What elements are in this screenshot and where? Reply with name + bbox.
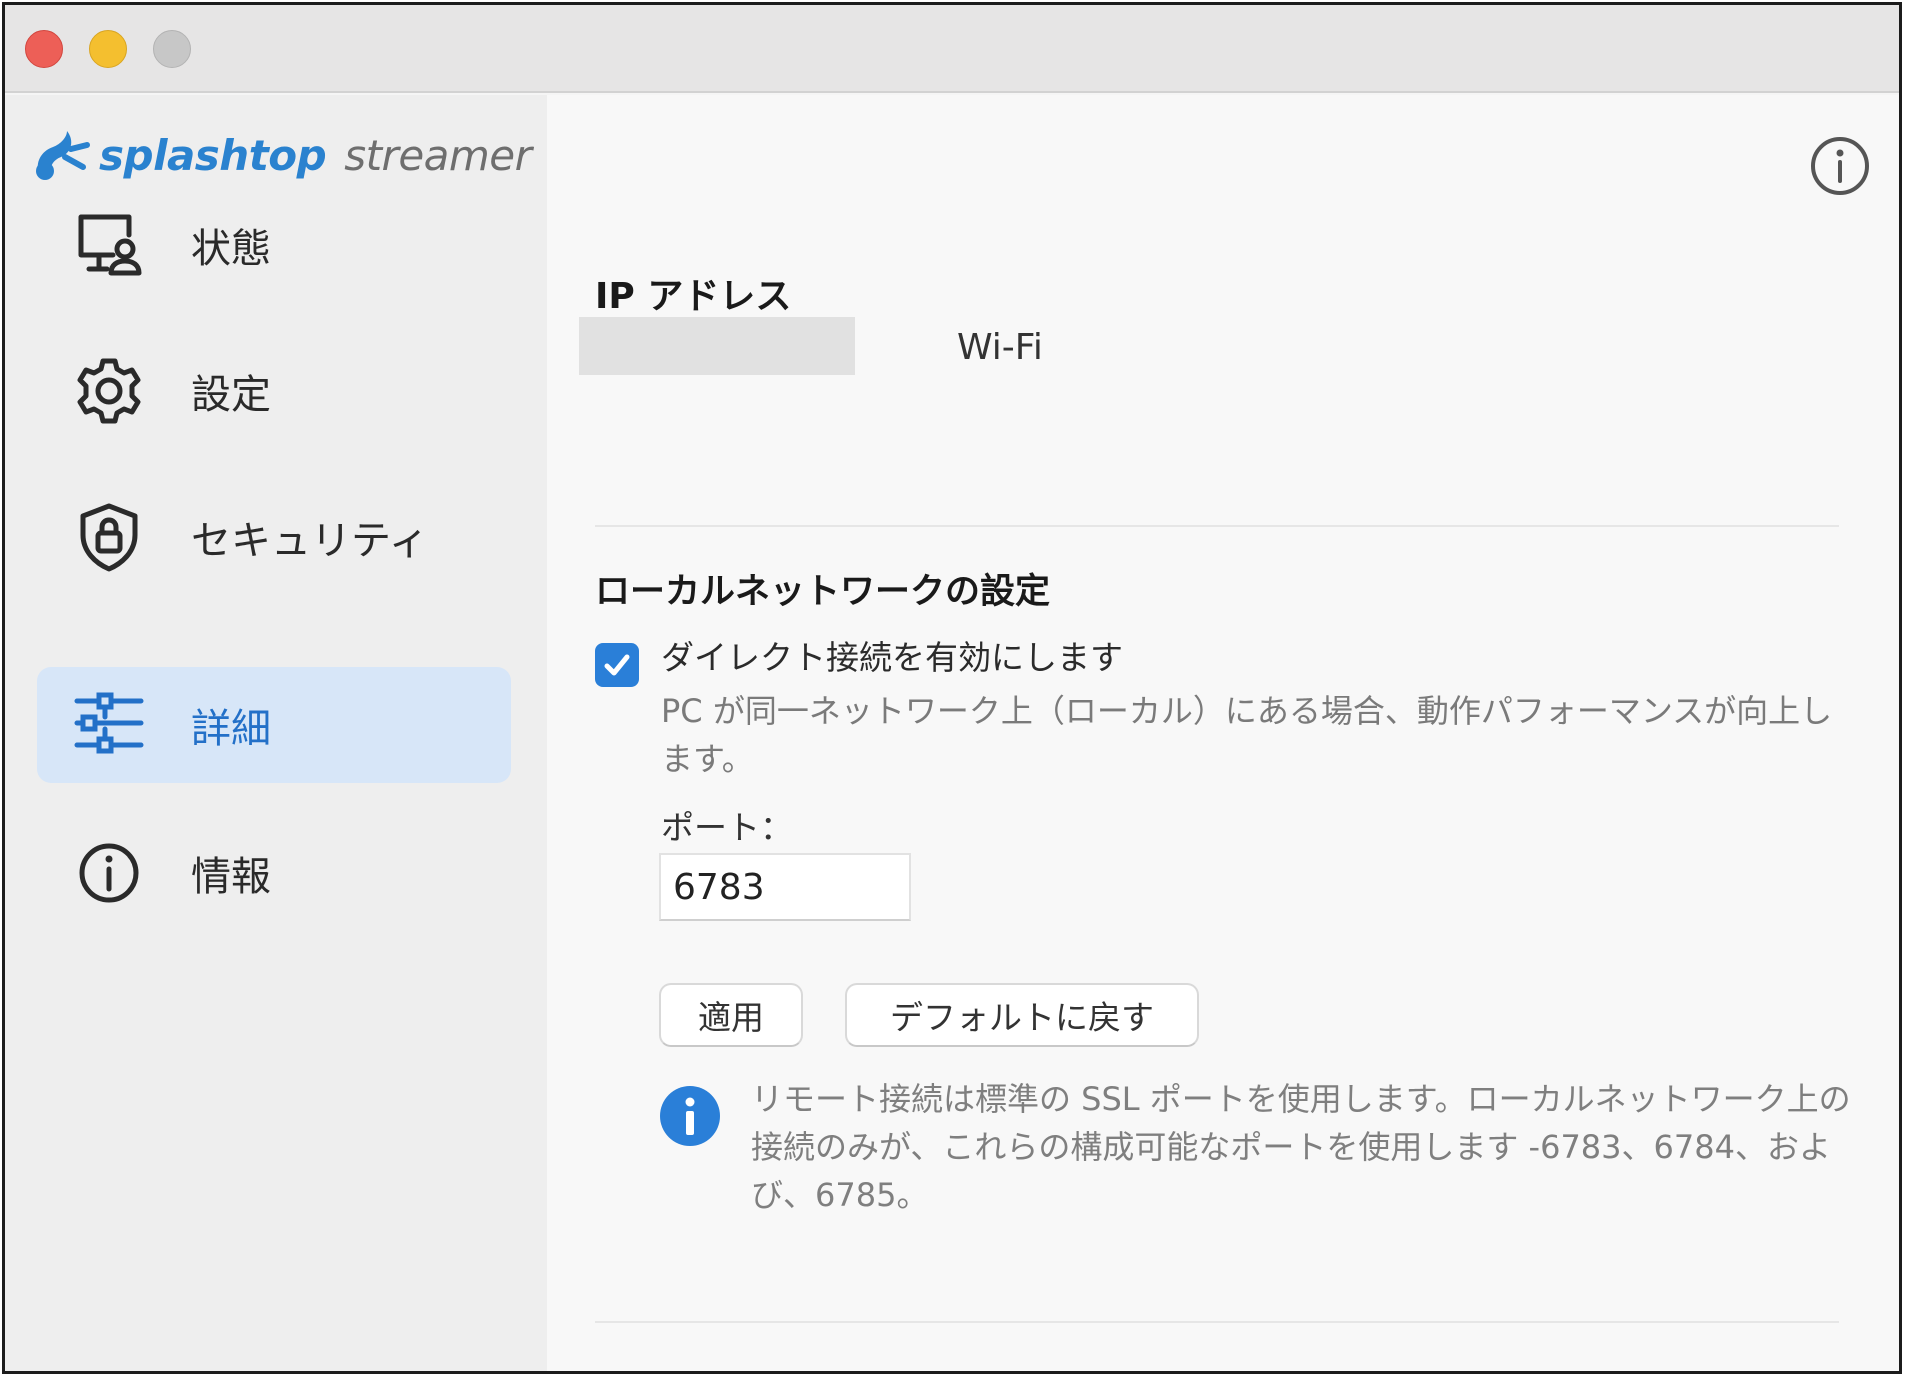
shield-lock-icon [71, 499, 147, 575]
local-network-heading: ローカルネットワークの設定 [595, 572, 1051, 612]
main-panel: IP アドレス Wi-Fi ローカルネットワークの設定 ダイレクト接続を有効にし… [547, 95, 1899, 1371]
direct-connection-description: PC が同一ネットワーク上（ローカル）にある場合、動作パフォーマンスが向上します… [661, 692, 1833, 778]
splashtop-logo-icon [36, 131, 90, 180]
sidebar-item-about[interactable]: 情報 [37, 815, 511, 931]
sidebar-item-label: 詳細 [191, 706, 271, 752]
ip-address-value-redacted [579, 317, 855, 375]
ssl-port-note: リモート接続は標準の SSL ポートを使用します。ローカルネットワーク上の接続の… [751, 1080, 1851, 1214]
direct-connection-label[interactable]: ダイレクト接続を有効にします [661, 631, 1123, 679]
checkmark-icon [604, 654, 630, 676]
reset-default-button[interactable]: デフォルトに戻す [845, 983, 1199, 1047]
sidebar: splashtop streamer 状態 設定 セキュリティ 詳細 情報 [5, 95, 547, 1371]
sidebar-item-label: セキュリティ [191, 518, 429, 564]
title-bar [5, 5, 1899, 93]
sidebar-item-label: 設定 [191, 372, 271, 418]
sliders-icon [71, 687, 147, 763]
logo-product-text: streamer [344, 130, 532, 180]
direct-connection-checkbox[interactable] [595, 643, 639, 687]
port-input[interactable]: 6783 [659, 853, 911, 921]
info-icon [71, 835, 147, 911]
sidebar-item-settings[interactable]: 設定 [37, 333, 511, 449]
connection-type-label: Wi-Fi [957, 327, 1043, 368]
gear-icon [71, 353, 147, 429]
section-divider [595, 525, 1839, 527]
close-window-button[interactable] [25, 30, 63, 68]
ip-address-heading: IP アドレス [595, 276, 792, 317]
sidebar-item-label: 状態 [191, 226, 271, 272]
port-label: ポート： [661, 808, 793, 847]
sidebar-item-label: 情報 [191, 854, 271, 900]
info-icon[interactable] [1809, 135, 1871, 197]
app-logo: splashtop streamer [31, 125, 532, 185]
sidebar-item-security[interactable]: セキュリティ [37, 479, 511, 595]
monitor-user-icon [71, 207, 147, 283]
zoom-window-button[interactable] [153, 30, 191, 68]
sidebar-item-advanced[interactable]: 詳細 [37, 667, 511, 783]
minimize-window-button[interactable] [89, 30, 127, 68]
logo-brand-text: splashtop [99, 130, 327, 180]
app-window: splashtop streamer 状態 設定 セキュリティ 詳細 情報 IP… [2, 2, 1902, 1374]
sidebar-item-status[interactable]: 状態 [37, 187, 511, 303]
section-divider [595, 1321, 1839, 1323]
info-icon [660, 1086, 720, 1146]
apply-button[interactable]: 適用 [659, 983, 803, 1047]
